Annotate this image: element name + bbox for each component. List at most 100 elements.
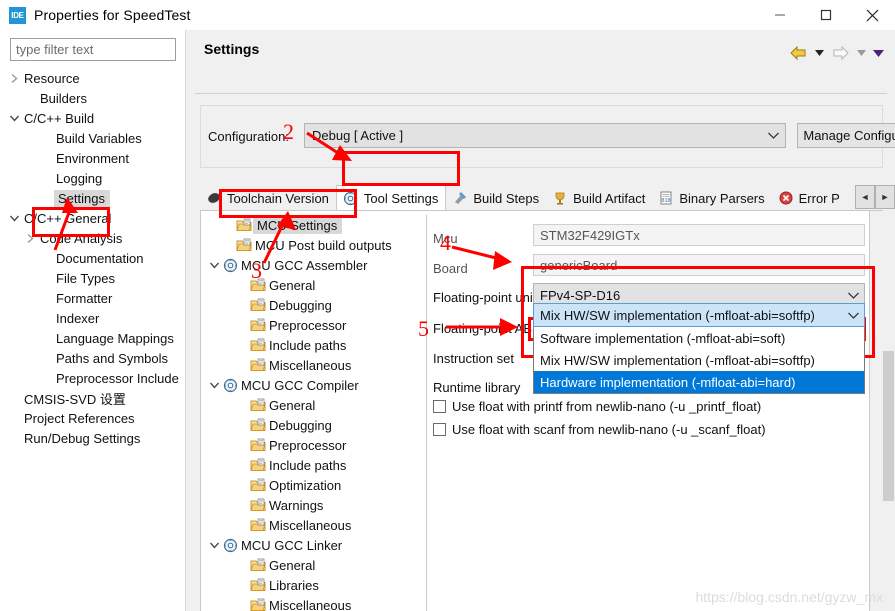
tool-tree-item-mcu-post-build-outputs[interactable]: MCU Post build outputs — [201, 235, 426, 255]
floating-point-abi-dropdown[interactable]: Mix HW/SW implementation (-mfloat-abi=so… — [533, 303, 865, 394]
sidebar-item-environment[interactable]: Environment — [0, 148, 185, 168]
chevron-right-icon[interactable] — [6, 68, 22, 88]
title-divider — [195, 93, 887, 94]
tool-tree-item-label: General — [269, 277, 316, 293]
tool-settings-tabbar[interactable]: Toolchain Version Tool Settings Build Step… — [200, 185, 883, 211]
tool-tree-item-warnings[interactable]: Warnings — [201, 495, 426, 515]
filter-input[interactable] — [10, 38, 176, 61]
chevron-down-icon[interactable] — [6, 208, 22, 228]
chevron-right-icon[interactable] — [22, 228, 38, 248]
floating-point-abi-value: Mix HW/SW implementation (-mfloat-abi=so… — [540, 307, 815, 323]
tab-build-artifact[interactable]: Build Artifact — [546, 185, 652, 211]
sidebar-item-preprocessor-include[interactable]: Preprocessor Include — [0, 368, 185, 388]
sidebar-item-c-c-general[interactable]: C/C++ General — [0, 208, 185, 228]
tab-toolchain-version[interactable]: Toolchain Version — [200, 185, 336, 211]
sidebar-item-run-debug-settings[interactable]: Run/Debug Settings — [0, 428, 185, 448]
sidebar-item-label: Paths and Symbols — [56, 350, 169, 366]
tool-tree-item-miscellaneous[interactable]: Miscellaneous — [201, 355, 426, 375]
back-arrow-icon[interactable] — [787, 42, 809, 64]
tool-tree-item-label: Libraries — [269, 577, 319, 593]
tool-tree-item-label: Include paths — [269, 337, 347, 353]
sidebar-item-documentation[interactable]: Documentation — [0, 248, 185, 268]
back-history-chevron-down-icon[interactable] — [812, 42, 826, 64]
runtime-library-label: Runtime library — [433, 379, 521, 395]
minimize-icon[interactable] — [757, 0, 803, 30]
sidebar-item-cmsis-svd[interactable]: CMSIS-SVD 设置 — [0, 388, 185, 408]
folder-icon — [249, 278, 267, 292]
tab-scroll-right-button[interactable]: ► — [875, 185, 895, 209]
tool-tree-item-mcu-gcc-assembler[interactable]: MCU GCC Assembler — [201, 255, 426, 275]
fpabi-option[interactable]: Hardware implementation (-mfloat-abi=har… — [534, 371, 864, 393]
tool-tree-item-general[interactable]: General — [201, 275, 426, 295]
chevron-down-icon[interactable] — [6, 108, 22, 128]
printf-float-checkbox-row[interactable]: Use float with printf from newlib-nano (… — [433, 396, 761, 416]
content-vertical-scrollbar[interactable] — [882, 211, 895, 611]
view-menu-chevron-down-icon[interactable] — [871, 42, 885, 64]
scrollbar-thumb[interactable] — [883, 351, 894, 501]
sidebar-item-resource[interactable]: Resource — [0, 68, 185, 88]
tool-tree-item-optimization[interactable]: Optimization — [201, 475, 426, 495]
tool-tree-item-libraries[interactable]: Libraries — [201, 575, 426, 595]
tool-tree[interactable]: MCU Settings MCU Post build outputs MCU GC… — [201, 215, 427, 611]
fpabi-option[interactable]: Mix HW/SW implementation (-mfloat-abi=so… — [534, 349, 864, 371]
tab-binary-parsers[interactable]: 010 Binary Parsers — [652, 185, 771, 211]
tool-tree-item-miscellaneous[interactable]: Miscellaneous — [201, 595, 426, 611]
chevron-down-icon[interactable] — [207, 381, 221, 390]
sidebar-item-code-analysis[interactable]: Code Analysis — [0, 228, 185, 248]
chevron-down-icon[interactable] — [207, 541, 221, 550]
sidebar-item-logging[interactable]: Logging — [0, 168, 185, 188]
floating-point-abi-option-list[interactable]: Software implementation (-mfloat-abi=sof… — [533, 327, 865, 394]
tab-tool-settings[interactable]: Tool Settings — [335, 185, 447, 211]
tool-tree-item-preprocessor[interactable]: Preprocessor — [201, 315, 426, 335]
forward-history-chevron-down-icon[interactable] — [854, 42, 868, 64]
sidebar-item-label: Code Analysis — [40, 230, 123, 246]
sidebar-item-indexer[interactable]: Indexer — [0, 308, 185, 328]
sidebar-item-paths-and-symbols[interactable]: Paths and Symbols — [0, 348, 185, 368]
sidebar-item-label: C/C++ General — [24, 210, 112, 226]
sidebar-item-label: Indexer — [56, 310, 100, 326]
chevron-down-icon[interactable] — [207, 261, 221, 270]
sidebar-item-builders[interactable]: Builders — [0, 88, 185, 108]
tool-tree-item-mcu-gcc-compiler[interactable]: MCU GCC Compiler — [201, 375, 426, 395]
tool-tree-item-miscellaneous[interactable]: Miscellaneous — [201, 515, 426, 535]
tab-scroll-left-button[interactable]: ◄ — [855, 185, 875, 209]
tool-tree-item-label: Miscellaneous — [269, 517, 352, 533]
tool-tree-item-debugging[interactable]: Debugging — [201, 415, 426, 435]
scanf-float-checkbox-row[interactable]: Use float with scanf from newlib-nano (-… — [433, 419, 766, 439]
tool-tree-item-general[interactable]: General — [201, 395, 426, 415]
sidebar-item-formatter[interactable]: Formatter — [0, 288, 185, 308]
forward-arrow-icon[interactable] — [829, 42, 851, 64]
tool-tree-item-mcu-settings[interactable]: MCU Settings — [201, 215, 426, 235]
sidebar-item-file-types[interactable]: File Types — [0, 268, 185, 288]
sidebar-item-settings[interactable]: Settings — [0, 188, 185, 208]
tool-tree-item-debugging[interactable]: Debugging — [201, 295, 426, 315]
scanf-float-checkbox[interactable] — [433, 422, 446, 436]
tool-tree-item-include-paths[interactable]: Include paths — [201, 455, 426, 475]
floating-point-abi-combo[interactable]: Mix HW/SW implementation (-mfloat-abi=so… — [533, 303, 865, 327]
close-icon[interactable] — [849, 0, 895, 30]
sidebar-item-c-c-build[interactable]: C/C++ Build — [0, 108, 185, 128]
manage-configurations-button[interactable]: Manage Configurations... — [797, 123, 895, 148]
tab-build-steps[interactable]: Build Steps — [446, 185, 546, 211]
sidebar-item-language-mappings[interactable]: Language Mappings — [0, 328, 185, 348]
settings-tree[interactable]: Resource Builders C/C++ Build Build Variabl… — [0, 68, 185, 448]
sidebar-item-build-variables[interactable]: Build Variables — [0, 128, 185, 148]
mcu-settings-form: Mcu STM32F429IGTx Board genericBoard Flo… — [428, 211, 871, 611]
toolchain-icon — [206, 190, 222, 206]
tool-tree-item-preprocessor[interactable]: Preprocessor — [201, 435, 426, 455]
sidebar-item-label: Preprocessor Include — [56, 370, 179, 386]
tool-tree-item-mcu-gcc-linker[interactable]: MCU GCC Linker — [201, 535, 426, 555]
tool-tree-item-include-paths[interactable]: Include paths — [201, 335, 426, 355]
configuration-combo[interactable]: Debug [ Active ] — [304, 123, 786, 148]
printf-float-checkbox[interactable] — [433, 399, 446, 413]
sidebar-item-project-references[interactable]: Project References — [0, 408, 185, 428]
tool-tree-item-general[interactable]: General — [201, 555, 426, 575]
maximize-icon[interactable] — [803, 0, 849, 30]
fpabi-option[interactable]: Software implementation (-mfloat-abi=sof… — [534, 327, 864, 349]
tab-error-p[interactable]: Error P — [772, 185, 847, 211]
